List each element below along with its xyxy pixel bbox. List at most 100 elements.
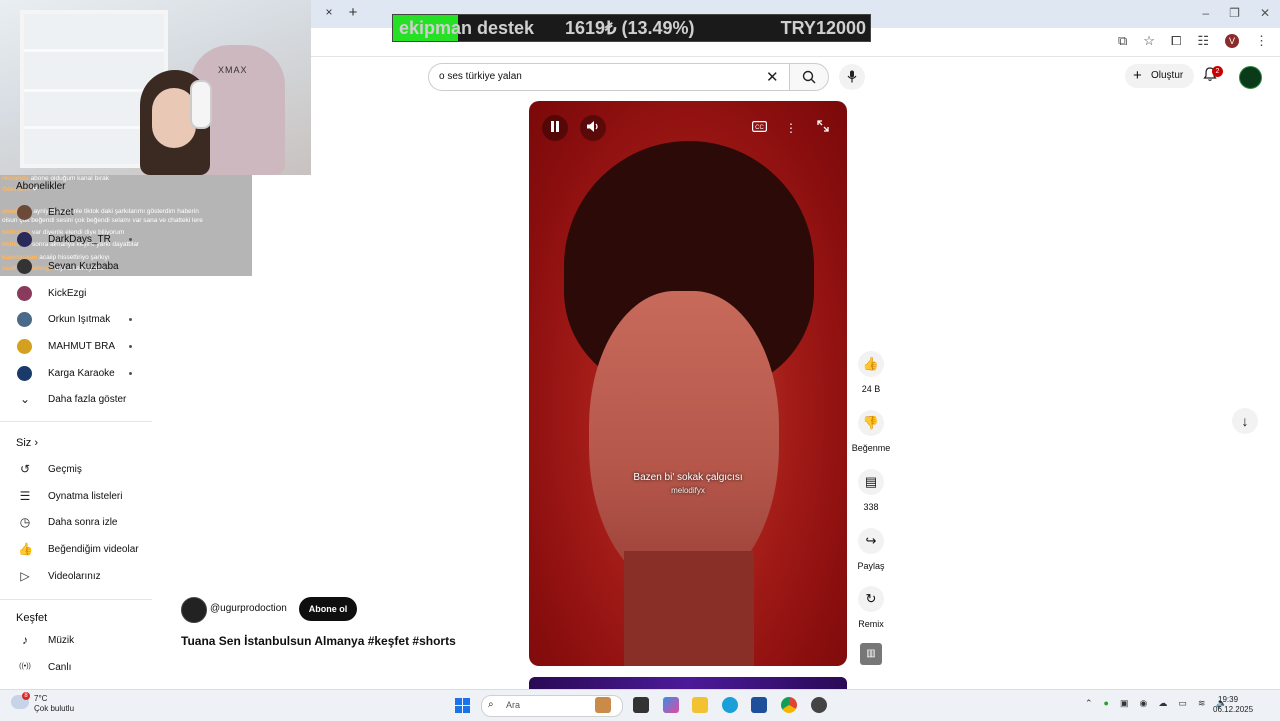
video-subject-neck [624, 551, 754, 666]
sidebar-sub-ehzet[interactable]: Ehzet [0, 199, 152, 225]
channel-avatar [17, 338, 32, 354]
new-tab-button[interactable]: + [346, 4, 360, 22]
search-highlight-icon[interactable] [595, 697, 611, 713]
channel-handle[interactable]: @ugurprodoction [210, 603, 287, 614]
sidebar-sub-darkdays[interactable]: DarkDays_TR [0, 226, 152, 252]
sidebar-item-live[interactable]: ((•)) Canlı [0, 654, 152, 680]
sidebar-you-heading[interactable]: Siz › [16, 437, 38, 449]
voice-search-button[interactable] [839, 64, 865, 90]
sidebar-show-more[interactable]: ⌄ Daha fazla göster [0, 386, 152, 412]
dislike-button[interactable]: 👎 [858, 410, 884, 436]
like-button[interactable]: 👍 [858, 351, 884, 377]
sidebar-item-label: KickEzgi [48, 287, 87, 299]
volume-icon [586, 121, 598, 132]
sidebar-item-your-videos[interactable]: ▷ Videolarınız [0, 563, 152, 589]
tab-close-button[interactable]: × [322, 5, 336, 21]
profile-avatar[interactable]: V [1225, 34, 1239, 48]
subscribe-button[interactable]: Abone ol [299, 597, 357, 621]
your-videos-icon: ▷ [20, 569, 30, 583]
sidebar-item-watch-later[interactable]: ◷ Daha sonra izle [0, 509, 152, 535]
watch-later-icon: ◷ [19, 515, 31, 529]
subscriptions-heading[interactable]: Abonelikler [16, 181, 65, 192]
install-app-icon[interactable]: ⧉ [1118, 33, 1127, 49]
expand-icon [817, 120, 829, 132]
more-options-button[interactable]: ⋮ [780, 117, 802, 139]
sidebar-sub-sevan[interactable]: Sevan Kuzbaba [0, 253, 152, 279]
sidebar-sub-kickezgi[interactable]: KickEzgi [0, 280, 152, 306]
search-input[interactable]: o ses türkiye yalan ✕ [428, 63, 790, 91]
next-video-button[interactable]: ↓ [1232, 408, 1258, 434]
donation-progress-text: 1619₺ (13.49%) [565, 18, 695, 38]
sidebar-item-label: MAHMUT BRA [48, 340, 116, 352]
store-icon[interactable] [751, 697, 767, 713]
comments-button[interactable]: ▤ [858, 469, 884, 495]
share-button[interactable]: ↪ [858, 528, 884, 554]
edge-icon[interactable] [722, 697, 738, 713]
new-content-dot [129, 237, 132, 241]
extensions-icon[interactable]: ⧠ [1171, 33, 1181, 49]
sidebar-item-label: Daha sonra izle [48, 516, 118, 528]
new-content-dot [129, 344, 132, 348]
sidebar-explore-heading: Keşfet [16, 612, 48, 624]
clock-date[interactable]: 06.12.2025 [1213, 705, 1253, 714]
network-icon[interactable]: ▭ [1178, 698, 1187, 709]
reading-list-icon[interactable]: ☷ [1197, 33, 1209, 49]
comment-count: 338 [863, 502, 879, 512]
fullscreen-button[interactable] [812, 117, 834, 139]
video-caption: Bazen bi' sokak çalgıcısı [633, 472, 743, 483]
sidebar-item-history[interactable]: ↺ Geçmiş [0, 456, 152, 482]
clock-time[interactable]: 19:39 [1218, 695, 1238, 704]
bookmark-star-icon[interactable]: ☆ [1143, 33, 1155, 49]
svg-text:CC: CC [755, 125, 764, 131]
tray-app-icon[interactable]: ▣ [1120, 698, 1129, 709]
thumbs-down-icon: 👎 [862, 415, 880, 430]
sidebar-item-playlists[interactable]: ☰ Oynatma listeleri [0, 483, 152, 509]
windows-start-button[interactable] [455, 698, 470, 713]
sidebar-sub-mahmut[interactable]: MAHMUT BRA [0, 333, 152, 359]
channel-avatar[interactable] [181, 597, 207, 623]
onedrive-icon[interactable]: ☁ [1158, 698, 1167, 709]
minimize-button[interactable]: – [1202, 6, 1209, 20]
sidebar-item-label: Ehzet [48, 206, 74, 218]
video-subject-face [589, 291, 779, 591]
pause-button[interactable] [542, 115, 568, 141]
wifi-icon[interactable]: ≋ [1198, 698, 1206, 709]
create-button[interactable]: + Oluştur [1125, 64, 1194, 88]
obs-icon[interactable] [811, 697, 827, 713]
playlists-icon: ☰ [19, 489, 31, 503]
task-view-icon[interactable] [633, 697, 649, 713]
close-window-button[interactable]: ✕ [1260, 6, 1270, 20]
sidebar-sub-orkun[interactable]: Orkun Işıtmak [0, 306, 152, 332]
sidebar-divider [0, 599, 152, 600]
webcam-overlay: XMAX [0, 0, 311, 175]
browser-menu-icon[interactable]: ⋮ [1255, 33, 1268, 49]
video-title[interactable]: Tuana Sen İstanbulsun Almanya #keşfet #s… [181, 634, 456, 648]
chrome-icon[interactable] [781, 697, 797, 713]
comment-icon: ▤ [864, 474, 878, 489]
tray-app-icon[interactable]: ◉ [1140, 698, 1148, 709]
account-avatar[interactable] [1239, 66, 1262, 89]
copilot-icon[interactable] [663, 697, 679, 713]
sidebar-sub-karga[interactable]: Karga Karaoke [0, 360, 152, 386]
weather-description: Çok bulutlu [34, 704, 75, 713]
arrow-down-icon: ↓ [1241, 413, 1249, 429]
channel-avatar [17, 311, 32, 327]
shorts-video-player[interactable]: CC ⋮ Bazen bi' sokak çalgıcısı melodifyx [529, 101, 847, 666]
shelf-board [24, 49, 164, 52]
share-icon: ↪ [865, 533, 877, 548]
live-icon: ((•)) [19, 663, 31, 670]
file-explorer-icon[interactable] [692, 697, 708, 713]
maximize-button[interactable]: ❐ [1229, 6, 1240, 20]
you-heading-label: Siz [16, 437, 32, 449]
sidebar-item-label: Müzik [48, 634, 75, 646]
remix-button[interactable]: ↻ [858, 586, 884, 612]
nvidia-icon[interactable]: ● [1104, 698, 1109, 709]
captions-button[interactable]: CC [748, 117, 770, 139]
search-button[interactable] [789, 63, 829, 91]
sound-button[interactable]: ▥ [860, 643, 882, 665]
sidebar-item-music[interactable]: ♪ Müzik [0, 627, 152, 653]
volume-button[interactable] [580, 115, 606, 141]
tray-overflow-icon[interactable]: ⌃ [1085, 698, 1093, 709]
sidebar-item-liked-videos[interactable]: 👍 Beğendiğim videolar [0, 536, 152, 562]
clear-search-icon[interactable]: ✕ [766, 68, 779, 86]
